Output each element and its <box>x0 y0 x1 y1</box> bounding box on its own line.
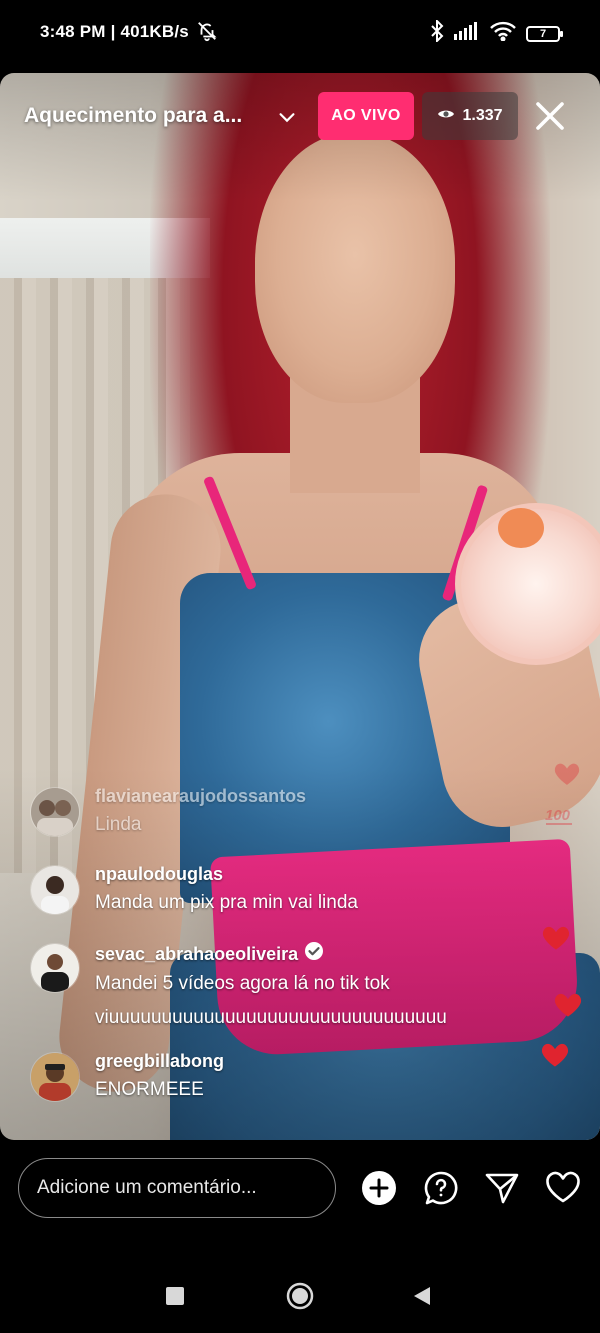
live-badge: AO VIVO <box>318 92 414 140</box>
close-button[interactable] <box>530 96 570 136</box>
avatar[interactable] <box>30 865 80 915</box>
comment-username[interactable]: npaulodouglas <box>95 863 530 885</box>
comment-list: flavianearaujodossantos Linda npaulodoug… <box>30 785 530 1128</box>
wifi-icon <box>490 21 516 46</box>
hundred-icon: 100 <box>544 804 574 833</box>
comment-username[interactable]: greegbillabong <box>95 1050 530 1072</box>
comment-text-continued: viuuuuuuuuuuuuuuuuuuuuuuuuuuuuuuuu <box>95 1007 447 1028</box>
heart-icon <box>541 1042 569 1073</box>
heart-icon <box>542 925 570 956</box>
comment-username-text: sevac_abrahaoeoliveira <box>95 943 299 964</box>
send-icon[interactable] <box>484 1170 520 1206</box>
comment-text: Mandei 5 vídeos agora lá no tik tok <box>95 973 390 994</box>
verified-badge-icon <box>304 941 324 966</box>
comment-item[interactable]: greegbillabong ENORMEEE <box>30 1050 530 1108</box>
comment-username[interactable]: flavianearaujodossantos <box>95 785 530 807</box>
close-icon <box>536 102 564 130</box>
bluetooth-icon <box>430 18 444 47</box>
comment-input[interactable] <box>18 1158 336 1218</box>
signal-icon <box>454 22 480 45</box>
comment-username[interactable]: sevac_abrahaoeoliveira <box>95 941 530 966</box>
recent-apps-button[interactable] <box>165 1286 185 1311</box>
status-icons: 7 <box>430 18 563 47</box>
chevron-down-icon[interactable] <box>276 106 298 133</box>
comment-text: ENORMEEE <box>95 1079 204 1100</box>
reaction-stream: 100 <box>536 760 596 1080</box>
add-icon[interactable] <box>361 1170 397 1206</box>
svg-text:100: 100 <box>545 807 571 824</box>
question-icon[interactable] <box>423 1170 459 1206</box>
avatar[interactable] <box>30 943 80 993</box>
comment-item[interactable]: npaulodouglas Manda um pix pra min vai l… <box>30 863 530 921</box>
comment-text: Linda <box>95 814 142 835</box>
comment-bar <box>0 1140 600 1240</box>
eye-icon <box>437 107 455 126</box>
status-time: 3:48 PM | 401KB/s <box>40 22 189 41</box>
heart-icon <box>554 992 582 1023</box>
heart-icon <box>554 762 580 791</box>
mute-icon <box>196 20 218 47</box>
comment-item[interactable]: flavianearaujodossantos Linda <box>30 785 530 843</box>
viewer-count[interactable]: 1.337 <box>422 92 518 140</box>
live-title[interactable]: Aquecimento para a... <box>24 104 242 128</box>
comment-text: Manda um pix pra min vai linda <box>95 892 358 913</box>
avatar[interactable] <box>30 1052 80 1102</box>
comment-item[interactable]: sevac_abrahaoeoliveira Mandei 5 vídeos a… <box>30 941 530 1030</box>
back-button[interactable] <box>412 1286 432 1311</box>
avatar[interactable] <box>30 787 80 837</box>
status-bar: 3:48 PM | 401KB/s 7 <box>0 0 600 66</box>
battery-icon: 7 <box>526 25 563 42</box>
viewer-count-value: 1.337 <box>462 107 503 124</box>
home-button[interactable] <box>286 1282 314 1315</box>
heart-like-icon[interactable] <box>545 1170 581 1206</box>
navigation-bar <box>0 1250 600 1333</box>
